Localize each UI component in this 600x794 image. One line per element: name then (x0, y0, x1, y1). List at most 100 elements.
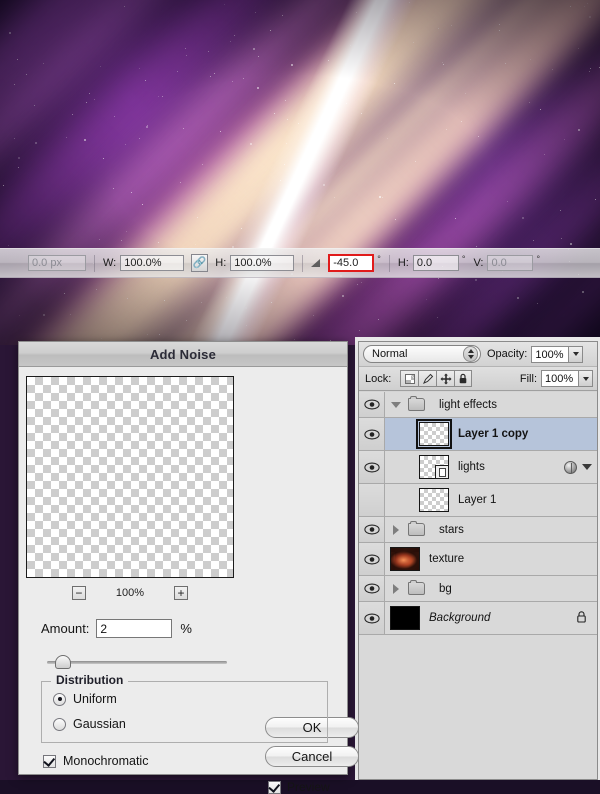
skew-v-label: V: (473, 257, 484, 269)
uniform-radio[interactable] (53, 692, 66, 706)
add-noise-dialog: Add Noise − 100% + OK Cancel Preview Amo… (18, 341, 359, 794)
zoom-level-label: 100% (115, 587, 145, 599)
layer-style-icon[interactable] (564, 460, 577, 474)
layer-name: lights (458, 461, 485, 473)
preview-checkbox[interactable] (267, 780, 281, 794)
monochromatic-checkbox[interactable] (42, 754, 56, 768)
eye-icon (363, 524, 380, 535)
visibility-toggle[interactable] (359, 451, 385, 483)
zoom-in-button[interactable]: + (174, 586, 189, 600)
divider (302, 254, 304, 272)
width-input[interactable]: 100.0% (120, 255, 185, 271)
skew-h-input[interactable]: 0.0 (412, 255, 459, 271)
disclosure-triangle-open-icon[interactable] (388, 401, 404, 408)
amount-row: Amount: 2 % (41, 619, 192, 638)
folder-icon (408, 521, 425, 536)
table-row[interactable]: bg (359, 576, 597, 602)
zoom-out-button[interactable]: − (71, 586, 86, 600)
visibility-toggle[interactable] (359, 602, 385, 634)
eye-icon (363, 613, 380, 623)
lock-all-icon[interactable] (454, 370, 473, 387)
amount-slider[interactable] (47, 655, 227, 669)
dialog-title: Add Noise (19, 342, 347, 367)
blend-mode-value: Normal (372, 348, 408, 360)
eye-icon (363, 429, 380, 439)
gaussian-label: Gaussian (73, 717, 126, 731)
table-row[interactable]: Layer 1 (359, 484, 597, 517)
layers-panel: Normal Opacity: 100% Lock: Fill: 100% li… (358, 341, 598, 780)
disclosure-triangle-closed-icon[interactable] (388, 524, 404, 535)
radio-row-uniform[interactable]: Uniform (53, 692, 117, 706)
table-row[interactable]: Background (359, 602, 597, 635)
table-row[interactable]: Layer 1 copy (359, 418, 597, 451)
table-row[interactable]: texture (359, 543, 597, 576)
visibility-toggle[interactable] (359, 517, 385, 542)
opacity-label: Opacity: (487, 348, 528, 360)
canvas-artwork (0, 0, 600, 345)
angle-input[interactable]: -45.0 (328, 254, 375, 272)
table-row[interactable]: light effects (359, 392, 597, 418)
layer-name: light effects (439, 398, 497, 411)
fill-dropdown-icon[interactable] (579, 370, 593, 387)
skew-v-input[interactable]: 0.0 (487, 255, 534, 271)
table-row[interactable]: lights (359, 451, 597, 484)
opacity-input[interactable]: 100% (531, 345, 570, 363)
layer-thumbnail[interactable] (419, 455, 449, 479)
lock-image-pixels-icon[interactable] (418, 370, 437, 387)
distribution-group (41, 681, 328, 743)
link-icon[interactable]: 🔗 (191, 254, 209, 272)
fill-label: Fill: (519, 372, 537, 385)
divider (388, 254, 390, 272)
opacity-dropdown-icon[interactable] (569, 345, 584, 363)
radio-row-gaussian[interactable]: Gaussian (53, 717, 126, 731)
height-label: H: (215, 257, 227, 269)
fill-input[interactable]: 100% (541, 370, 579, 387)
preview-checkbox-row[interactable]: Preview (267, 780, 330, 794)
layer-name: bg (439, 582, 452, 595)
eye-icon (363, 399, 380, 410)
visibility-toggle[interactable] (359, 392, 385, 417)
layer-thumbnail[interactable] (416, 419, 452, 449)
lock-transparent-pixels-icon[interactable] (400, 370, 419, 387)
layer-effects-cell[interactable] (564, 460, 597, 474)
slider-thumb[interactable] (55, 655, 71, 669)
visibility-toggle[interactable] (359, 543, 385, 575)
folder-icon (408, 580, 425, 595)
layer-list[interactable]: light effects Layer 1 copy lights Layer … (359, 392, 597, 779)
noise-preview[interactable] (26, 376, 234, 578)
degree-symbol-angle: ° (377, 254, 381, 264)
feather-field[interactable]: 0.0 px (28, 255, 86, 271)
layer-name: Layer 1 copy (458, 428, 529, 440)
lock-icon (576, 610, 587, 626)
cancel-button[interactable]: Cancel (265, 746, 359, 767)
divider (94, 254, 95, 272)
gaussian-radio[interactable] (53, 717, 66, 731)
table-row[interactable]: stars (359, 517, 597, 543)
distribution-legend: Distribution (51, 673, 129, 687)
visibility-toggle[interactable] (359, 484, 385, 516)
amount-input[interactable]: 2 (96, 619, 173, 638)
layer-thumbnail[interactable] (390, 606, 420, 630)
visibility-toggle[interactable] (359, 576, 385, 601)
layer-name: Layer 1 (458, 494, 497, 506)
chevron-updown-icon[interactable] (463, 346, 478, 362)
folder-icon (408, 396, 425, 411)
blend-mode-row: Normal Opacity: 100% (359, 342, 597, 367)
layer-name: stars (439, 523, 464, 536)
visibility-toggle[interactable] (359, 418, 385, 450)
disclosure-triangle-closed-icon[interactable] (388, 583, 404, 594)
blend-mode-select[interactable]: Normal (363, 345, 481, 363)
monochromatic-row[interactable]: Monochromatic (42, 754, 148, 768)
layer-thumbnail[interactable] (390, 547, 420, 571)
degree-symbol-v: ° (536, 254, 541, 264)
height-input[interactable]: 100.0% (230, 255, 295, 271)
eye-icon (363, 583, 380, 594)
layer-thumbnail[interactable] (419, 488, 449, 512)
layer-mask-icon[interactable] (435, 465, 449, 479)
artwork-vignette (0, 0, 600, 345)
width-label: W: (103, 257, 117, 269)
angle-icon (311, 259, 321, 267)
expand-effects-triangle-icon[interactable] (582, 464, 592, 470)
lock-position-icon[interactable] (436, 370, 455, 387)
amount-label: Amount: (41, 621, 90, 636)
